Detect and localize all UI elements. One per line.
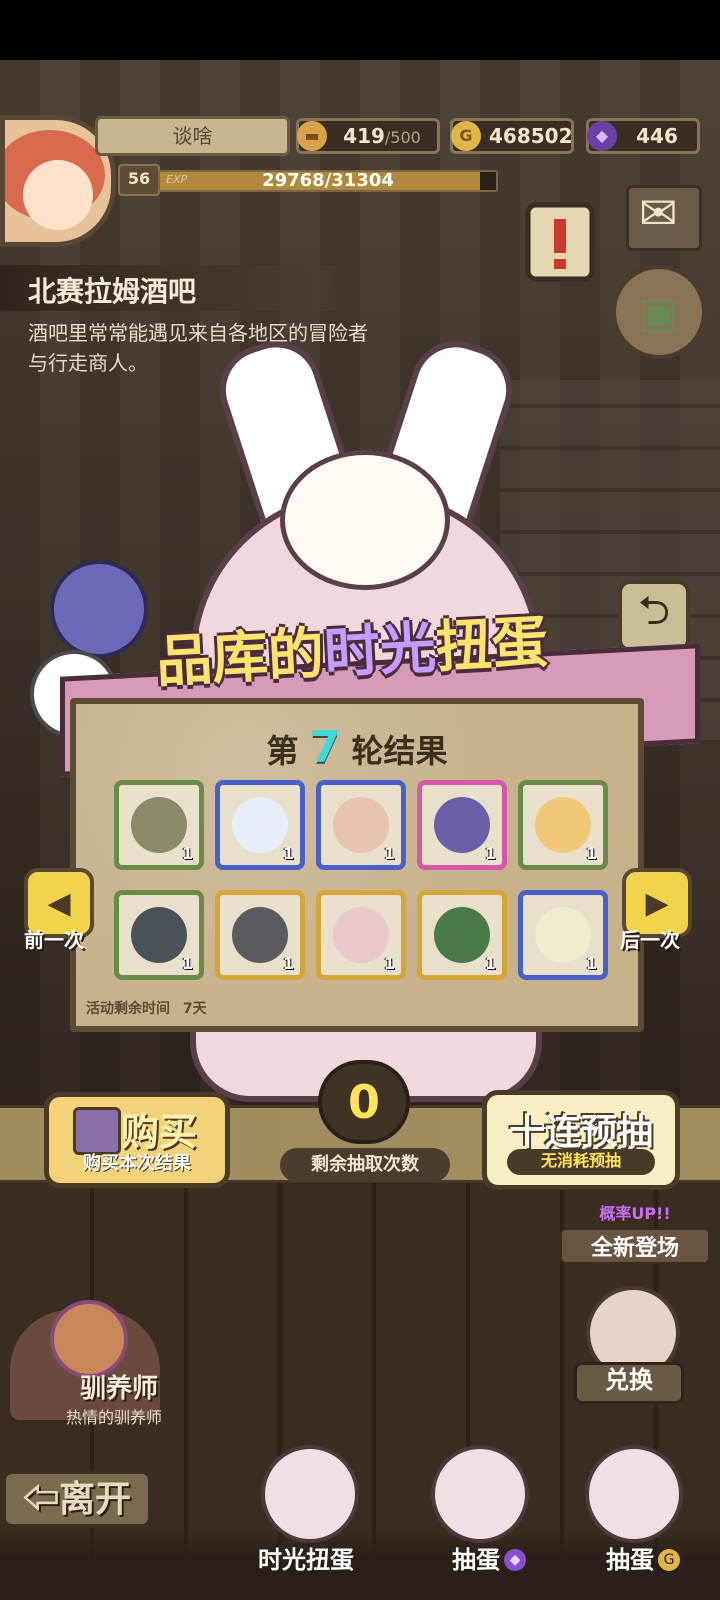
item-count: 1 <box>282 954 294 973</box>
buy-result-button[interactable]: 购买 购买本次结果 <box>44 1092 230 1188</box>
exchange-label: 兑换 <box>574 1362 684 1404</box>
tab-time-gacha-label: 时光扭蛋 <box>258 1546 354 1574</box>
ten-pull-preview-button[interactable]: 十连预抽 无消耗预抽 <box>482 1090 680 1190</box>
promo-bottom-label: 全新登场 <box>560 1228 710 1264</box>
player-name[interactable]: 谈啥 <box>95 116 290 156</box>
item-count: 1 <box>484 954 496 973</box>
remaining-draws-label: 剩余抽取次数 <box>280 1148 450 1182</box>
result-item-slot[interactable]: 1 <box>417 890 507 980</box>
leaf-item-icon <box>131 797 187 853</box>
item-count: 1 <box>282 844 294 863</box>
lantern-item-icon <box>434 907 490 963</box>
stone-egg-item-icon <box>232 907 288 963</box>
time-left-label: 活动剩余时间 <box>86 1001 170 1017</box>
result-item-slot[interactable]: 1 <box>114 780 204 870</box>
egg-machine-icon <box>585 1445 683 1543</box>
result-item-slot[interactable]: 1 <box>316 780 406 870</box>
item-count: 1 <box>383 844 395 863</box>
item-count: 1 <box>484 844 496 863</box>
result-item-slot[interactable]: 1 <box>518 780 608 870</box>
location-title: 北赛拉姆酒吧 <box>28 275 197 308</box>
round-heading: 第 7 轮结果 <box>76 722 638 773</box>
round-prefix: 第 <box>266 732 299 770</box>
exp-text: 29768/31304 <box>262 170 394 191</box>
tab-time-gacha[interactable]: 时光扭蛋 <box>246 1445 366 1575</box>
ten-pull-main-label: 十连预抽 <box>508 1111 653 1152</box>
quest-scroll-icon[interactable] <box>510 195 610 295</box>
gold-egg-item-icon <box>535 797 591 853</box>
item-count: 1 <box>585 844 597 863</box>
gold-coin-icon: G <box>451 121 481 151</box>
result-board: 第 7 轮结果 1 1 1 1 1 1 1 1 1 1 活动剩余时间 7天 <box>70 698 644 1032</box>
gem-counter[interactable]: ◆ 446 <box>586 118 700 154</box>
avatar-face <box>23 160 93 230</box>
gold-coin-icon: G <box>658 1549 680 1571</box>
npc-subtitle: 热情的驯养师 <box>66 1408 163 1427</box>
title-pre: 品库的 <box>154 621 326 696</box>
result-item-slot[interactable]: 1 <box>215 890 305 980</box>
crystal-egg-item-icon <box>535 907 591 963</box>
result-item-slot[interactable]: 1 <box>114 890 204 980</box>
mail-icon[interactable] <box>626 185 702 251</box>
title-post: 扭蛋 <box>434 609 550 681</box>
tab-draw-egg-gold[interactable]: 抽蛋 G <box>570 1445 690 1575</box>
promo-top-label: 概率UP!! <box>599 1204 671 1223</box>
exchange-button[interactable]: 兑换 <box>574 1286 684 1404</box>
title-highlight: 时光 <box>322 615 438 687</box>
gold-counter[interactable]: G 468502 <box>450 118 574 154</box>
stamina-value: 419 <box>343 124 385 148</box>
round-suffix: 轮结果 <box>351 732 448 770</box>
result-item-slot[interactable]: 1 <box>417 780 507 870</box>
rate-up-promo[interactable]: 概率UP!! 全新登场 <box>560 1200 710 1270</box>
remaining-draws-counter: 0 <box>318 1060 410 1144</box>
buy-item-icon <box>73 1107 121 1155</box>
backpack-icon[interactable]: ▣ <box>612 265 706 359</box>
tab-draw-egg-gems[interactable]: 抽蛋 ◆ <box>416 1445 536 1575</box>
time-left-value: 7天 <box>182 1001 207 1017</box>
buy-main-label: 购买 <box>121 1112 198 1154</box>
item-count: 1 <box>181 954 193 973</box>
result-item-slot[interactable]: 1 <box>316 890 406 980</box>
item-count: 1 <box>585 954 597 973</box>
status-bar <box>0 0 720 60</box>
bread-icon: ▬ <box>297 121 327 151</box>
gem-value: 446 <box>636 124 678 148</box>
egg-machine-icon <box>431 1445 529 1543</box>
result-item-grid: 1 1 1 1 1 1 1 1 1 1 <box>114 780 608 980</box>
leave-label: 离开 <box>59 1478 132 1519</box>
time-gacha-icon <box>261 1445 359 1543</box>
player-level: 56 <box>118 164 160 196</box>
purple-gem-icon: ◆ <box>504 1549 526 1571</box>
stamina-max: /500 <box>384 128 421 147</box>
trainer-head <box>50 1300 128 1378</box>
buy-sub-label: 购买本次结果 <box>83 1153 191 1173</box>
prev-result-label: 前一次 <box>24 928 84 952</box>
gold-value: 468502 <box>489 124 573 148</box>
event-time-left: 活动剩余时间 7天 <box>86 998 207 1018</box>
back-return-button[interactable]: ⮌ <box>618 580 690 652</box>
next-result-label: 后一次 <box>620 928 680 952</box>
leave-button[interactable]: ⇦离开 <box>2 1470 152 1528</box>
npc-title: 驯养师 <box>80 1374 159 1404</box>
item-count: 1 <box>181 844 193 863</box>
result-item-slot[interactable]: 1 <box>518 890 608 980</box>
purple-gem-icon: ◆ <box>587 121 617 151</box>
winged-egg-item-icon <box>434 797 490 853</box>
round-number: 7 <box>309 722 341 773</box>
bag-item-icon <box>333 797 389 853</box>
exp-bar: EXP 29768/31304 <box>158 170 498 192</box>
ten-pull-sub-label: 无消耗预抽 <box>507 1149 655 1175</box>
result-item-slot[interactable]: 1 <box>215 780 305 870</box>
stamina-counter[interactable]: ▬ 419/500 <box>296 118 440 154</box>
flower-item-icon <box>333 907 389 963</box>
white-egg-item-icon <box>232 797 288 853</box>
machine-head <box>280 450 450 590</box>
leave-arrow-icon: ⇦ <box>22 1478 59 1519</box>
turtle-shell-item-icon <box>131 907 187 963</box>
item-count: 1 <box>383 954 395 973</box>
